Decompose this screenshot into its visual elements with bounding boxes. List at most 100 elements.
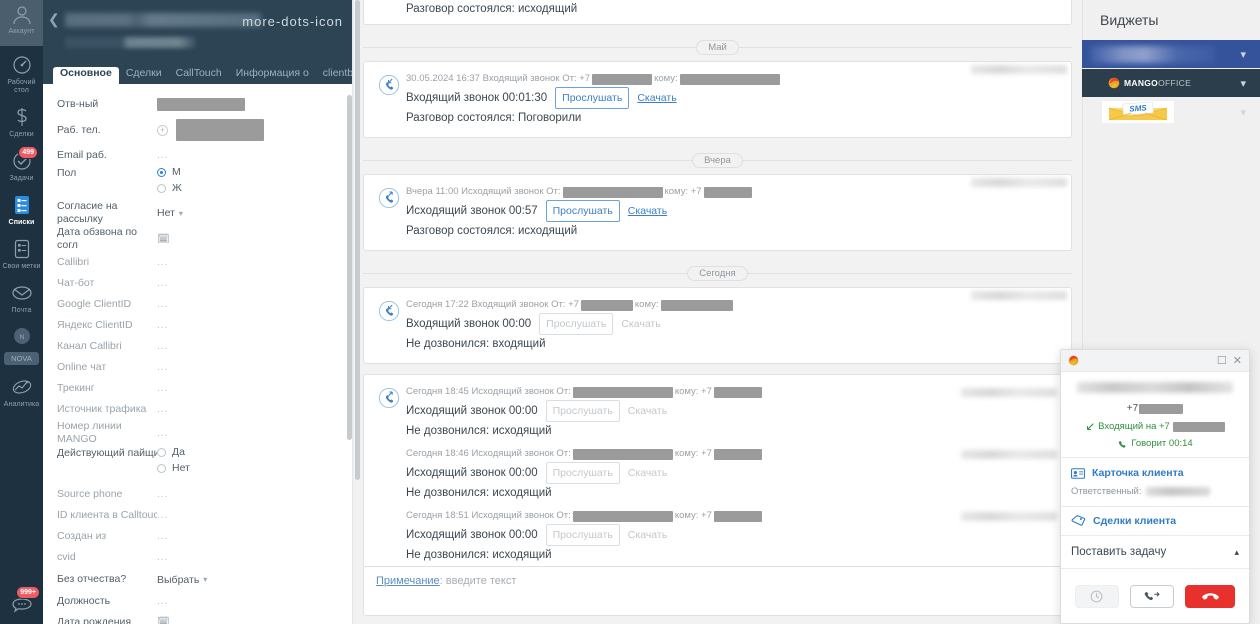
field-label: Раб. тел. (57, 123, 101, 136)
calendar-icon[interactable]: 🗓 (157, 617, 170, 624)
call-card: Сегодня 17:22 Входящий звонок От: +7 ком… (363, 287, 1072, 364)
call-status: Не дозвонился: исходящий (406, 425, 552, 437)
download-link[interactable]: Скачать (628, 202, 667, 220)
field-label: Дата обзвона по согл (57, 226, 137, 251)
hangup-button[interactable] (1185, 584, 1236, 608)
phone-redacted (592, 73, 653, 85)
sidebar-item-tasks[interactable]: 499 Задачи (0, 142, 43, 186)
scrollbar-thumb[interactable] (355, 0, 360, 480)
field-value[interactable]: ... (157, 552, 168, 563)
note-input[interactable]: Примечание: введите текст (363, 566, 1072, 616)
field-row-soglasie: Согласие на рассылку Нет ▾ (43, 200, 353, 226)
radio-option-zh[interactable]: Ж (157, 182, 182, 194)
more-dots-icon[interactable]: more-dots-icon (242, 14, 343, 29)
chevron-down-icon[interactable]: ▾ (1240, 106, 1246, 119)
tab-calltouch[interactable]: CallTouch (169, 67, 229, 84)
field-value[interactable]: ... (157, 383, 168, 394)
add-task-row[interactable]: Поставить задачу ▴ (1061, 535, 1249, 568)
field-label: Google ClientID (57, 298, 132, 310)
call-title: Исходящий звонок 00:00 (406, 467, 538, 479)
field-row-istochnik-trafika: Источник трафика ... (43, 399, 353, 420)
radio-option-da[interactable]: Да (157, 446, 185, 458)
tab-informaciya[interactable]: Информация о (229, 67, 316, 84)
field-value[interactable]: ... (157, 278, 168, 289)
chevron-down-icon[interactable]: ▾ (203, 575, 207, 584)
call-status: Разговор состоялся: Поговорили (406, 112, 582, 124)
phone-redacted (562, 186, 663, 198)
field-value[interactable]: ... (157, 404, 168, 415)
field-value[interactable]: ... (157, 510, 168, 521)
sidebar-item-lists[interactable]: Списки (0, 186, 43, 230)
call-meta-prefix: Сегодня 18:46 Исходящий звонок От: (406, 448, 571, 459)
download-link: Скачать (621, 318, 661, 330)
calendar-icon[interactable]: 🗓 (157, 234, 170, 245)
field-value[interactable]: Выбрать (157, 574, 199, 586)
tab-osnovnoe[interactable]: Основное (53, 67, 119, 84)
chevron-down-icon[interactable]: ▾ (1240, 48, 1246, 61)
chevron-down-icon[interactable]: ▾ (179, 209, 183, 218)
outgoing-call-icon (374, 385, 404, 440)
call-meta-mid: кому: +7 (674, 386, 712, 397)
chevron-up-icon[interactable]: ▴ (1234, 547, 1239, 558)
sidebar-item-mail[interactable]: Почта (0, 274, 43, 318)
download-link[interactable]: Скачать (637, 89, 676, 107)
listen-button[interactable]: Прослушать (555, 87, 630, 109)
close-icon[interactable]: ✕ (1233, 354, 1242, 367)
field-value[interactable]: ... (157, 596, 168, 607)
sidebar-item-account[interactable]: Аккаунт (0, 0, 43, 46)
back-icon[interactable]: ❮ (48, 12, 60, 26)
field-value[interactable]: ... (157, 150, 168, 161)
phone-redacted (713, 510, 762, 522)
responsible-value-redacted (1145, 487, 1210, 496)
field-value[interactable]: ... (157, 531, 168, 542)
field-value[interactable]: ... (157, 299, 168, 310)
widget-row-mango-office[interactable]: MANGOOFFICE ▾ (1082, 69, 1260, 97)
mail-icon (11, 286, 32, 300)
widget-row-sms[interactable]: SMS ▾ (1082, 98, 1260, 126)
client-deals-link[interactable]: Сделки клиента (1071, 515, 1239, 527)
field-value[interactable]: ... (157, 341, 168, 352)
field-value-redacted[interactable] (176, 119, 264, 141)
field-value[interactable]: ... (157, 428, 168, 439)
call-status: Разговор состоялся: исходящий (406, 225, 578, 237)
sidebar-item-tags[interactable]: Свои метки (0, 230, 43, 274)
field-value[interactable]: Нет (157, 207, 175, 219)
phone-redacted (713, 448, 762, 460)
client-card-link[interactable]: Карточка клиента (1071, 467, 1239, 479)
sidebar-item-dashboard[interactable]: Рабочий стол (0, 46, 43, 98)
field-value[interactable]: ... (157, 489, 168, 500)
phone-redacted (713, 386, 762, 398)
call-card-partial: Разговор состоялся: исходящий (363, 0, 1072, 25)
sidebar-item-deals[interactable]: Сделки (0, 98, 43, 142)
note-label[interactable]: Примечание (376, 575, 440, 587)
sidebar-item-nova[interactable]: N NOVA (0, 318, 43, 368)
field-value[interactable]: ... (157, 320, 168, 331)
field-row-pol: Пол М Ж (43, 166, 353, 200)
field-value[interactable]: ... (157, 257, 168, 268)
add-phone-icon[interactable]: + (157, 124, 168, 136)
timeline-list: Разговор состоялся: исходящий Май 30.05.… (363, 0, 1072, 566)
field-row-sozdan-iz: Создан из ... (43, 526, 353, 547)
listen-button[interactable]: Прослушать (545, 200, 620, 222)
responsible-label: Ответственный: (1071, 486, 1142, 497)
tab-sdelki[interactable]: Сделки (119, 67, 169, 84)
phone-redacted (679, 73, 780, 85)
widget-row-redacted[interactable]: ▾ (1082, 40, 1260, 68)
call-card: 30.05.2024 16:37 Входящий звонок От: +7 … (363, 61, 1072, 138)
radio-option-m[interactable]: М (157, 166, 181, 178)
sidebar-item-chat[interactable]: 999+ (0, 586, 43, 622)
radio-option-net[interactable]: Нет (157, 462, 190, 474)
chevron-down-icon[interactable]: ▾ (1240, 77, 1246, 90)
restore-window-icon[interactable]: ☐ (1217, 354, 1227, 367)
call-entry: Вчера 11:00 Исходящий звонок От: кому: +… (374, 183, 1061, 242)
field-label: Источник трафика (57, 403, 147, 415)
date-pill: Сегодня (687, 265, 748, 281)
field-value[interactable]: ... (157, 362, 168, 373)
phone-redacted (1139, 403, 1184, 414)
field-value-redacted[interactable] (157, 98, 245, 111)
sidebar-item-analytics[interactable]: Аналитика (0, 368, 43, 412)
timeline-scrollbar[interactable] (355, 0, 360, 480)
call-title: Исходящий звонок 00:00 (406, 405, 538, 417)
transfer-button[interactable] (1129, 584, 1174, 608)
hold-button[interactable] (1074, 584, 1119, 608)
